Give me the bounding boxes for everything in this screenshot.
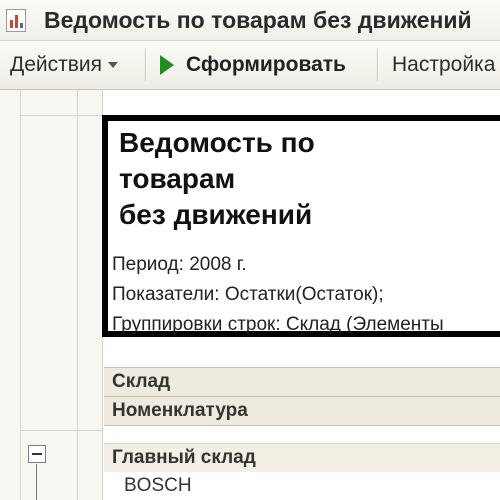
report-groupings: Группировки строк: Склад (Элементы <box>112 314 444 335</box>
actions-menu-button[interactable]: Действия <box>10 41 119 89</box>
gutter-divider <box>77 90 78 500</box>
report-window: Ведомость по товарам без движений Действ… <box>0 0 500 500</box>
report-title-line: без движений <box>119 199 313 230</box>
table-row[interactable]: Главный склад <box>104 443 500 473</box>
gutter-rule <box>20 115 102 116</box>
table-row[interactable]: BOSCH <box>104 472 500 500</box>
play-icon[interactable] <box>160 55 174 75</box>
toolbar: Действия Сформировать Настройка <box>0 41 500 90</box>
title-bar: Ведомость по товарам без движений <box>0 0 500 41</box>
collapse-group-icon[interactable] <box>28 445 46 463</box>
header-row-warehouse: Склад <box>104 367 500 397</box>
header-cell: Номенклатура <box>112 400 248 421</box>
tree-connector <box>36 464 37 500</box>
toolbar-separator <box>377 49 379 81</box>
report-title-line: товарам <box>119 163 236 194</box>
gutter-divider <box>20 90 21 500</box>
group-cell: Главный склад <box>112 447 256 468</box>
report-title-line: Ведомость по <box>119 127 315 158</box>
header-cell: Склад <box>112 371 171 392</box>
report-chart-icon <box>6 9 26 32</box>
chevron-down-icon <box>108 62 119 69</box>
actions-menu-label: Действия <box>10 53 103 76</box>
header-row-nomenclature: Номенклатура <box>104 396 500 426</box>
settings-button[interactable]: Настройка <box>392 41 495 89</box>
item-cell: BOSCH <box>124 475 192 496</box>
report-indicators: Показатели: Остатки(Остаток); <box>112 284 384 305</box>
toolbar-separator <box>145 49 147 81</box>
window-title: Ведомость по товарам без движений <box>44 7 472 33</box>
grouping-gutter <box>0 90 102 500</box>
generate-button[interactable]: Сформировать <box>186 41 346 89</box>
report-sheet[interactable]: Ведомость по товарам без движений Период… <box>0 90 500 500</box>
gutter-rule <box>20 430 102 431</box>
report-period: Период: 2008 г. <box>112 254 247 275</box>
